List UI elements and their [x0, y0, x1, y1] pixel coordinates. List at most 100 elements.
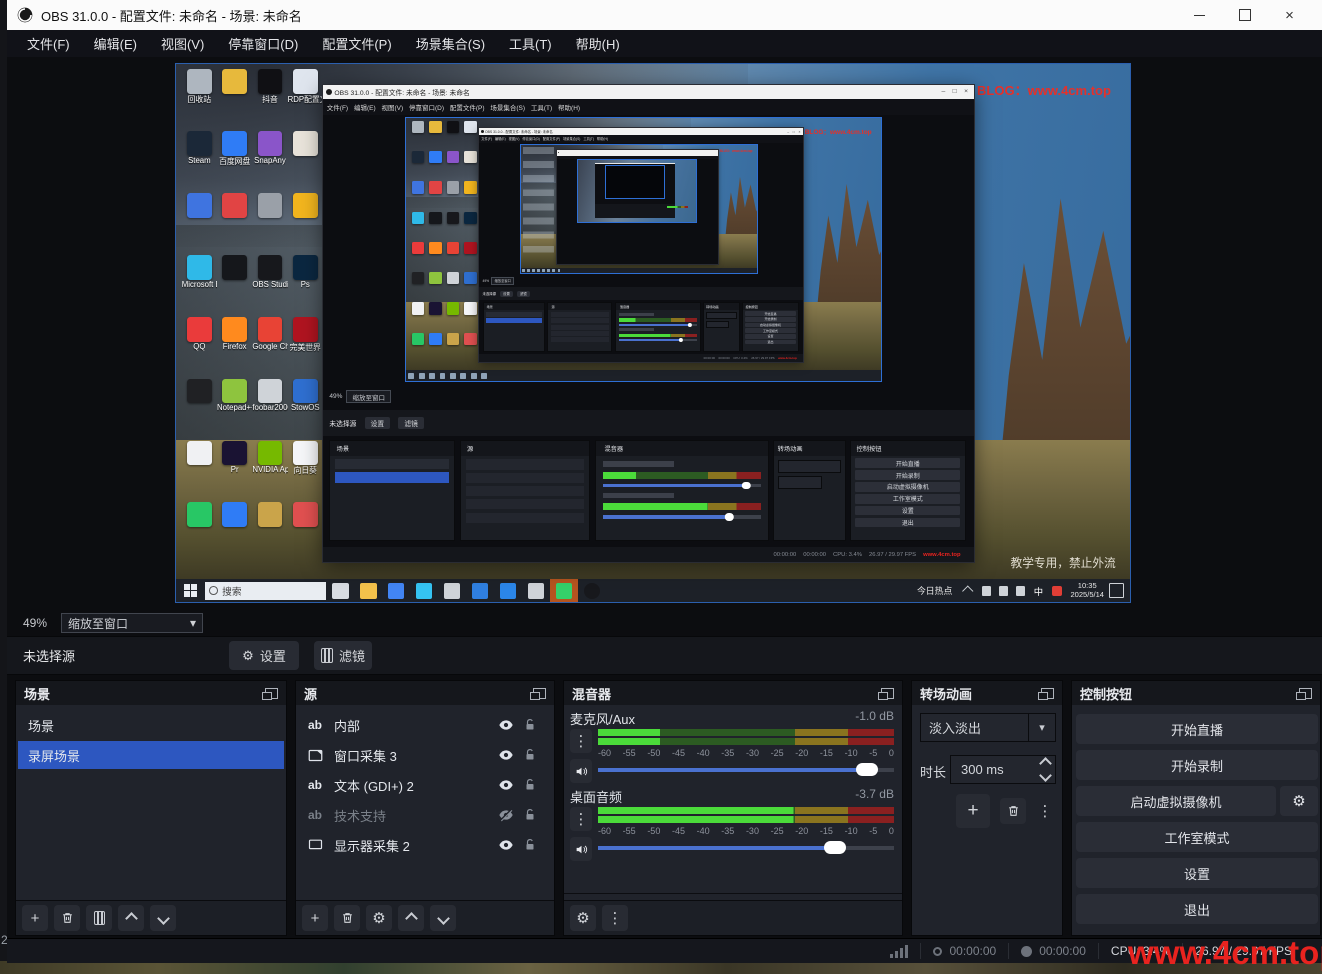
maximize-button[interactable]: [1222, 0, 1267, 30]
taskbar-app-icon: [438, 579, 466, 602]
app-icon: [464, 212, 476, 224]
source-row[interactable]: ab技术支持: [298, 801, 552, 829]
desktop-icon-label: Microsoft Edge: [182, 280, 217, 289]
popout-icon[interactable]: [881, 688, 894, 699]
toggle-lock-button[interactable]: [518, 743, 542, 767]
mute-button[interactable]: [570, 759, 592, 783]
toggle-visibility-button[interactable]: [494, 803, 518, 827]
source-filters-label: 滤镜: [339, 646, 365, 665]
captured-control-button: 工作室模式: [745, 328, 796, 333]
toggle-lock-button[interactable]: [518, 713, 542, 737]
source-filters-button[interactable]: 滤镜: [314, 641, 372, 670]
volume-slider[interactable]: [598, 762, 894, 778]
slider-handle[interactable]: [824, 841, 846, 854]
captured-zoom-select: 缩放至窗口: [491, 277, 514, 285]
remove-transition-button[interactable]: [1000, 798, 1026, 824]
menu-item[interactable]: 文件(F): [15, 30, 82, 57]
desktop-icon-label: Ps: [301, 280, 310, 289]
menu-item[interactable]: 编辑(E): [82, 30, 149, 57]
virtual-camera-settings-button[interactable]: ⚙: [1280, 786, 1318, 816]
deep-obs-preview: [606, 166, 664, 197]
desktop-icon: [427, 272, 445, 302]
popout-icon[interactable]: [1299, 688, 1312, 699]
menu-item[interactable]: 工具(T): [497, 30, 564, 57]
remove-scene-button[interactable]: [54, 905, 80, 931]
captured-taskbar: 搜索今日热点中10:352025/5/14: [176, 579, 1130, 602]
start-virtual-camera-button[interactable]: 启动虚拟摄像机: [1076, 786, 1276, 816]
advanced-audio-button[interactable]: ⚙: [570, 905, 596, 931]
desktop-icon: [444, 272, 462, 302]
scene-row[interactable]: 场景: [18, 711, 284, 739]
toggle-lock-button[interactable]: [518, 833, 542, 857]
move-scene-down-button[interactable]: [150, 905, 176, 931]
close-button[interactable]: ×: [1267, 0, 1312, 30]
scene-filters-button[interactable]: [86, 905, 112, 931]
move-source-down-button[interactable]: [430, 905, 456, 931]
source-row[interactable]: 显示器采集 2: [298, 831, 552, 859]
menu-item[interactable]: 停靠窗口(D): [216, 30, 310, 57]
scene-row[interactable]: 录屏场景: [18, 741, 284, 769]
desktop-icon: [462, 272, 480, 302]
volume-slider[interactable]: [598, 840, 894, 856]
source-properties-button[interactable]: ⚙ 设置: [229, 641, 299, 670]
source-row[interactable]: 窗口采集 3: [298, 741, 552, 769]
exit-button[interactable]: 退出: [1076, 894, 1318, 924]
spinner-down-icon[interactable]: [1039, 769, 1052, 782]
desktop-icon: [444, 212, 462, 242]
menu-item[interactable]: 帮助(H): [564, 30, 632, 57]
desktop-icon: [462, 242, 480, 272]
slider-handle[interactable]: [856, 763, 878, 776]
source-properties-toolbar-button[interactable]: ⚙: [366, 905, 392, 931]
menu-item[interactable]: 场景集合(S): [404, 30, 497, 57]
channel-menu-button[interactable]: ⋮: [570, 807, 592, 831]
app-icon: [429, 212, 441, 224]
toggle-lock-button[interactable]: [518, 773, 542, 797]
add-scene-button[interactable]: +: [22, 905, 48, 931]
popout-icon[interactable]: [265, 688, 278, 699]
program-preview[interactable]: BLOG：www.4cm.top教学专用，禁止外流回收站抖音RDP配置文件Ste…: [176, 64, 1130, 602]
add-transition-button[interactable]: +: [956, 794, 990, 828]
obs-logo-icon: [326, 89, 332, 95]
source-row[interactable]: ab文本 (GDI+) 2: [298, 771, 552, 799]
start-button-icon: [176, 579, 205, 602]
settings-button[interactable]: 设置: [1076, 858, 1318, 888]
menu-item[interactable]: 配置文件(P): [310, 30, 403, 57]
transition-value: 淡入淡出: [921, 718, 1028, 737]
desktop-icon: [462, 302, 480, 332]
menu-item[interactable]: 视图(V): [149, 30, 216, 57]
transition-menu-button[interactable]: ⋮: [1036, 798, 1054, 824]
taskbar-app-icon: [552, 269, 555, 272]
app-icon: [429, 121, 441, 133]
studio-mode-button[interactable]: 工作室模式: [1076, 822, 1318, 852]
toggle-visibility-button[interactable]: [494, 833, 518, 857]
app-icon: [464, 302, 476, 314]
source-row[interactable]: ab内部: [298, 711, 552, 739]
transition-select[interactable]: 淡入淡出 ▾: [920, 713, 1056, 742]
channel-menu-button[interactable]: ⋮: [570, 729, 592, 753]
zoom-mode-select[interactable]: 缩放至窗口 ▾: [61, 613, 203, 633]
captured-control-button: 开始直播: [855, 458, 960, 468]
toggle-visibility-button[interactable]: [494, 773, 518, 797]
remove-source-button[interactable]: [334, 905, 360, 931]
app-icon: [447, 121, 459, 133]
chevron-down-icon: ▾: [1028, 714, 1055, 741]
toggle-lock-button[interactable]: [518, 803, 542, 827]
toggle-visibility-button[interactable]: [494, 743, 518, 767]
captured-status-text: 00:00:00: [718, 356, 729, 360]
start-recording-button[interactable]: 开始录制: [1076, 750, 1318, 780]
mute-button[interactable]: [570, 837, 592, 861]
chevron-down-icon: [437, 912, 450, 925]
move-scene-up-button[interactable]: [118, 905, 144, 931]
duration-spinner[interactable]: 300 ms: [950, 755, 1056, 784]
minimize-button[interactable]: [1177, 0, 1222, 30]
captured-control-button: 开始录制: [745, 317, 796, 322]
popout-icon[interactable]: [533, 688, 546, 699]
desktop-icon: [409, 151, 427, 181]
toggle-visibility-button[interactable]: [494, 713, 518, 737]
move-source-up-button[interactable]: [398, 905, 424, 931]
popout-icon[interactable]: [1041, 688, 1054, 699]
mixer-menu-button[interactable]: ⋮: [602, 905, 628, 931]
captured-dock-panel: 转场动画: [703, 302, 739, 351]
add-source-button[interactable]: +: [302, 905, 328, 931]
start-streaming-button[interactable]: 开始直播: [1076, 714, 1318, 744]
